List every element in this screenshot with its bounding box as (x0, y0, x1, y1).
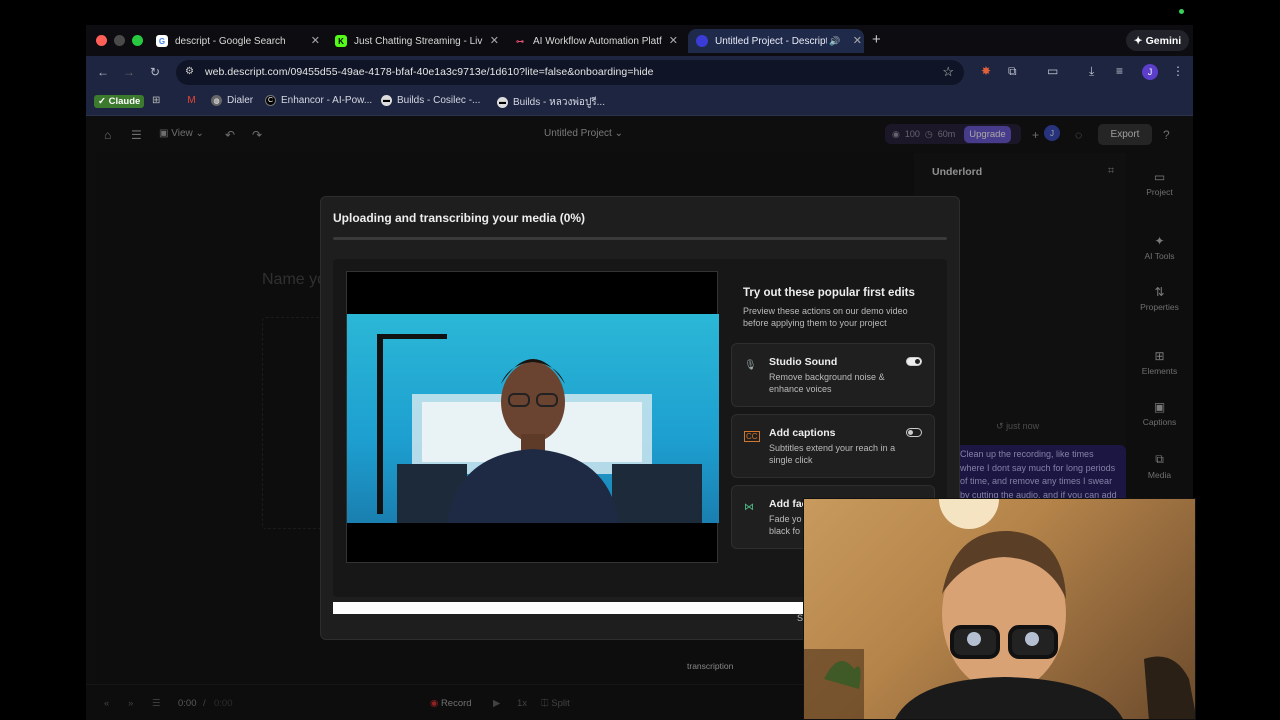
screen: G descript - Google Search ✕ K Just Chat… (0, 0, 1280, 720)
maximize-window-button[interactable] (132, 35, 143, 46)
extensions-icon[interactable]: ⧉ (1008, 64, 1017, 79)
bookmark-dialer[interactable]: ◍ Dialer (211, 95, 253, 106)
apps-grid-icon[interactable]: ⊞ (152, 95, 160, 106)
bookmark-claude[interactable]: ✓ Claude (94, 95, 145, 108)
site-settings-icon[interactable]: ⚙ (185, 66, 194, 77)
popular-edits-title: Try out these popular first edits (743, 287, 915, 299)
bookmark-enhancor[interactable]: C Enhancor - AI-Pow... (265, 95, 372, 106)
globe-icon: ◍ (211, 95, 222, 106)
enhancor-icon: C (265, 95, 276, 106)
tab-search-icon[interactable]: ▭ (1047, 64, 1058, 78)
extension-spark-icon[interactable]: ✸ (981, 64, 991, 78)
tab-google-search[interactable]: G descript - Google Search ✕ (156, 29, 322, 53)
demo-video-frame (347, 314, 719, 523)
studio-sound-toggle[interactable] (906, 357, 922, 366)
n8n-icon: ⊶ (516, 36, 524, 46)
close-tab-icon[interactable]: ✕ (490, 34, 499, 47)
speaker-icon[interactable]: 🔊 (829, 36, 840, 47)
bookmark-builds-cosilec[interactable]: ▬ Builds - Cosilec -... (381, 95, 480, 106)
toggle-knob (908, 430, 913, 435)
navigation-bar: ← → ↻ ⚙ web.descript.com/09455d55-49ae-4… (86, 56, 1193, 89)
tab-strip: G descript - Google Search ✕ K Just Chat… (86, 25, 1193, 56)
minimize-window-button[interactable] (114, 35, 125, 46)
builds-icon: ▬ (497, 97, 508, 108)
mic-sparkle-icon: 🎙 (744, 360, 757, 371)
sparkle-icon: ✦ (1133, 34, 1143, 47)
tab-kick[interactable]: K Just Chatting Streaming - Liv ✕ (335, 29, 501, 53)
demo-timeline-bar (333, 602, 803, 614)
transcription-label: transcription (687, 661, 734, 671)
demo-video[interactable] (346, 271, 719, 563)
reload-icon[interactable]: ↻ (150, 65, 160, 79)
close-window-button[interactable] (96, 35, 107, 46)
add-captions-card[interactable]: CC Add captions Subtitles extend your re… (731, 414, 935, 478)
upload-progress-bar (333, 237, 947, 240)
address-bar[interactable]: ⚙ web.descript.com/09455d55-49ae-4178-bf… (176, 60, 964, 85)
captions-icon: CC (744, 431, 760, 442)
studio-sound-card[interactable]: 🎙 Studio Sound Remove background noise &… (731, 343, 935, 407)
close-tab-icon[interactable]: ✕ (669, 34, 678, 47)
media-control-icon[interactable]: ≡ (1116, 64, 1123, 78)
new-tab-button[interactable]: + (872, 31, 881, 48)
gemini-button[interactable]: ✦ Gemini (1126, 30, 1189, 51)
back-icon[interactable]: ← (97, 65, 109, 79)
popular-edits-subtitle: Preview these actions on our demo video … (743, 306, 908, 328)
tab-descript[interactable]: Untitled Project - Descript 🔊 ✕ (688, 29, 864, 53)
webcam-person-illustration (804, 499, 1195, 719)
gmail-icon: M (187, 95, 196, 106)
descript-icon (696, 35, 708, 47)
status-dot (1179, 9, 1184, 14)
modal-title: Uploading and transcribing your media (0… (333, 211, 586, 225)
profile-avatar[interactable]: J (1142, 64, 1158, 80)
webcam-overlay (803, 498, 1196, 720)
presenter-illustration (377, 334, 702, 523)
close-tab-icon[interactable]: ✕ (311, 34, 320, 47)
close-tab-icon[interactable]: ✕ (853, 34, 862, 47)
kick-icon: K (335, 35, 347, 47)
menu-icon[interactable]: ⋮ (1172, 64, 1184, 78)
forward-icon[interactable]: → (123, 65, 135, 79)
bookmark-gmail[interactable]: M (186, 95, 197, 106)
toggle-knob (915, 359, 920, 364)
tab-n8n[interactable]: ⊶ AI Workflow Automation Platf ✕ (514, 29, 680, 53)
bookmarks-bar: ✓ Claude ⊞ M ◍ Dialer C Enhancor - AI-Po… (86, 89, 1193, 116)
google-icon: G (156, 35, 168, 47)
download-icon[interactable]: ⤓ (1089, 64, 1094, 79)
builds-icon: ▬ (381, 95, 392, 106)
add-captions-toggle[interactable] (906, 428, 922, 437)
check-icon: ✓ (98, 96, 106, 107)
fade-icon: ⋈ (744, 502, 754, 513)
bookmark-star-icon[interactable]: ☆ (942, 64, 954, 80)
bookmark-builds-thai[interactable]: ▬ Builds - หลวงพ่อปูรี... (497, 95, 605, 110)
